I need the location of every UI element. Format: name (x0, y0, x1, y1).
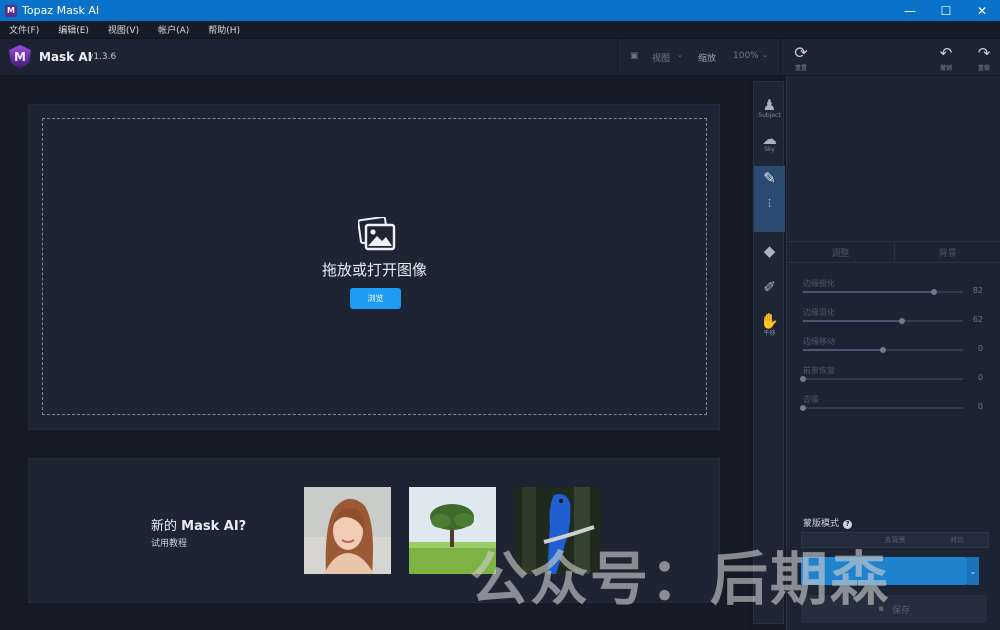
undo-icon: ↶ (939, 44, 953, 62)
eyedropper-tool[interactable]: ✐ (754, 278, 785, 296)
slider-value: 0 (977, 344, 983, 353)
image-drop-zone[interactable]: 拖放或打开图像 浏览 (42, 118, 707, 415)
mask-mode-label: 蒙版模式? (803, 516, 853, 529)
slider-value: 0 (977, 402, 983, 411)
fill-icon: ◆ (763, 242, 776, 260)
menu-help[interactable]: 帮助(H) (208, 23, 240, 36)
slider-fill (803, 320, 903, 322)
tutorial-subtitle: 试用教程 (151, 539, 188, 549)
help-icon[interactable]: ? (843, 520, 853, 529)
watermark-text: 公众号：后期森 (470, 545, 891, 613)
slider-4[interactable]: 去噪 0 (800, 394, 983, 411)
slider-label: 边缘羽化 (803, 308, 835, 317)
slider-2[interactable]: 边缘移动 0 (803, 336, 983, 353)
menu-view[interactable]: 视图(V) (108, 23, 139, 36)
image-gallery-icon (358, 217, 396, 251)
slider-3[interactable]: 前景恢复 0 (800, 365, 983, 382)
slider-knob[interactable] (800, 376, 806, 382)
tutorial-title: 新的 Mask AI? (151, 519, 247, 534)
window-title: Topaz Mask AI (22, 4, 100, 17)
tab-adjust[interactable]: 调整 (787, 242, 894, 262)
slider-track[interactable] (800, 376, 963, 382)
slider-track[interactable] (803, 318, 963, 324)
svg-text:M: M (14, 50, 26, 64)
slider-label: 前景恢复 (803, 366, 835, 375)
tab-background[interactable]: 背景 (893, 242, 1000, 262)
slider-knob[interactable] (931, 289, 938, 295)
slider-label: 去噪 (803, 395, 819, 404)
panel-tabs: 调整 背景 (787, 241, 1000, 263)
menu-file[interactable]: 文件(F) (9, 23, 39, 36)
menu-bar: 文件(F) 编辑(E) 视图(V) 帐户(A) 帮助(H) (0, 21, 1000, 39)
slider-track[interactable] (803, 289, 963, 295)
redo-button[interactable]: ↷ 重做 (972, 43, 996, 72)
mask-ai-logo-icon: M (9, 45, 31, 69)
menu-edit[interactable]: 编辑(E) (58, 23, 89, 36)
eyedropper-icon: ✐ (763, 278, 776, 296)
reset-icon: ⟳ (794, 43, 808, 62)
brush-tool[interactable]: ✎ • 1 (754, 166, 785, 232)
undo-button[interactable]: ↶ 撤销 (934, 43, 958, 72)
slider-label: 边缘锐化 (803, 279, 835, 288)
chevron-down-icon[interactable]: ⌄ (967, 557, 979, 585)
fill-tool[interactable]: ◆ (754, 242, 785, 260)
maximize-button[interactable]: ☐ (928, 0, 964, 21)
slider-value: 0 (977, 373, 983, 382)
app-toolbar: M Mask AI v1.3.6 ▣ 视图 ⌄ 缩放 100% ⌄ ⟳ 重置 ↶… (0, 39, 1000, 76)
slider-value: 62 (972, 315, 983, 324)
slider-knob[interactable] (880, 347, 886, 353)
slider-label: 边缘移动 (803, 337, 835, 346)
window-titlebar: M Topaz Mask AI — ☐ ✕ (0, 0, 1000, 21)
subject-tool[interactable]: ♟ Subject (754, 96, 785, 119)
menu-account[interactable]: 帐户(A) (158, 23, 189, 36)
view-chevron-down-icon[interactable]: ⌄ (677, 51, 683, 59)
browse-button[interactable]: 浏览 (350, 288, 401, 309)
app-version: v1.3.6 (88, 52, 117, 62)
drop-card: 拖放或打开图像 浏览 (28, 104, 720, 430)
zoom-label: 缩放 (698, 54, 717, 64)
sky-tool[interactable]: ☁ Sky (754, 130, 785, 153)
minimize-button[interactable]: — (892, 0, 928, 21)
reset-button[interactable]: ⟳ 重置 (789, 43, 813, 73)
mask-mode-option[interactable]: 对比 (926, 533, 988, 547)
tutorial-thumb-portrait[interactable] (304, 487, 391, 574)
app-name: Mask AI (39, 50, 93, 64)
redo-icon: ↷ (977, 44, 991, 62)
slider-1[interactable]: 边缘羽化 62 (803, 307, 983, 324)
drop-instruction: 拖放或打开图像 (321, 261, 427, 279)
close-button[interactable]: ✕ (964, 0, 1000, 21)
slider-fill (803, 349, 883, 351)
slider-fill (803, 291, 935, 293)
view-mode-icon[interactable]: ▣ (630, 51, 639, 61)
slider-0[interactable]: 边缘锐化 82 (803, 278, 983, 295)
zoom-chevron-down-icon[interactable]: ⌄ (762, 51, 768, 59)
view-dropdown[interactable]: 视图 (652, 51, 670, 64)
hand-tool[interactable]: ✋ 平移 (754, 312, 785, 337)
slider-knob[interactable] (800, 405, 806, 411)
slider-value: 82 (972, 286, 983, 295)
slider-knob[interactable] (899, 318, 906, 324)
slider-track[interactable] (803, 347, 963, 353)
zoom-dropdown[interactable]: 100% (733, 51, 759, 61)
app-logo-icon: M (5, 4, 17, 17)
slider-track[interactable] (800, 405, 963, 411)
brush-icon: ✎ (763, 169, 776, 187)
preview-area (787, 76, 1000, 241)
